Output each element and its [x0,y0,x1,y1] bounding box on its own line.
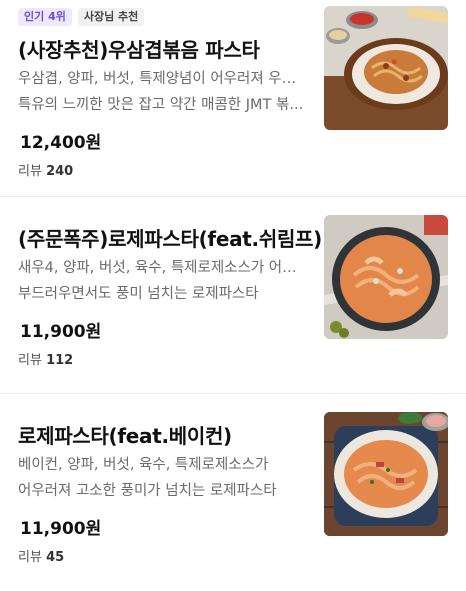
description-line: 어우러져 고소한 풍미가 넘치는 로제파스타 [18,483,277,499]
beef-pasta-photo[interactable] [324,6,448,130]
menu-item[interactable]: 인기 4위 사장님 추천 (사장추천)우삼겹볶음 파스타 우삼겹, 양파, 버섯… [0,0,466,197]
menu-description: 베이컨, 양파, 버섯, 육수, 특제로제소스가 어우러져 고소한 풍미가 넘치… [18,452,308,504]
review-label: 리뷰 [18,353,42,368]
description-line: 부드러우면서도 풍미 넘치는 로제파스타 [18,286,259,302]
review-label: 리뷰 [18,550,42,565]
menu-title: (사장추천)우삼겹볶음 파스타 [18,38,260,62]
review-number: 45 [46,550,65,565]
rank-badge: 인기 4위 [18,8,72,26]
menu-description: 우삼겹, 양파, 버섯, 특제양념이 어우러져 우삼겹 특유의 느끼한 맛은 잡… [18,66,308,118]
shrimp-rose-pasta-photo[interactable] [324,215,448,339]
menu-list: 인기 4위 사장님 추천 (사장추천)우삼겹볶음 파스타 우삼겹, 양파, 버섯… [0,0,466,591]
menu-price: 11,900원 [20,519,102,539]
description-line: 특유의 느끼한 맛은 잡고 약간 매콤한 JMT 볶... [18,97,304,113]
bacon-rose-pasta-photo[interactable] [324,412,448,536]
menu-title: (주문폭주)로제파스타(feat.쉬림프) [18,227,322,251]
owner-recommend-badge: 사장님 추천 [77,8,145,26]
menu-description: 새우4, 양파, 버섯, 육수, 특제로제소스가 어우러져 부드러우면서도 풍미… [18,255,308,307]
review-label: 리뷰 [18,164,42,179]
review-count: 리뷰 112 [18,349,73,368]
review-count: 리뷰 240 [18,160,73,179]
review-count: 리뷰 45 [18,546,64,565]
description-line: 새우4, 양파, 버섯, 육수, 특제로제소스가 어우러져 [18,260,308,276]
review-number: 112 [46,353,74,368]
menu-price: 11,900원 [20,322,102,342]
review-number: 240 [46,164,74,179]
menu-price: 12,400원 [20,133,102,153]
menu-item[interactable]: 로제파스타(feat.베이컨) 베이컨, 양파, 버섯, 육수, 특제로제소스가… [0,394,466,591]
menu-item[interactable]: (주문폭주)로제파스타(feat.쉬림프) 새우4, 양파, 버섯, 육수, 특… [0,197,466,394]
description-line: 우삼겹, 양파, 버섯, 특제양념이 어우러져 우삼겹 [18,71,308,87]
description-line: 베이컨, 양파, 버섯, 육수, 특제로제소스가 [18,457,269,473]
badge-group: 인기 4위 사장님 추천 [18,8,145,26]
menu-title: 로제파스타(feat.베이컨) [18,424,232,448]
